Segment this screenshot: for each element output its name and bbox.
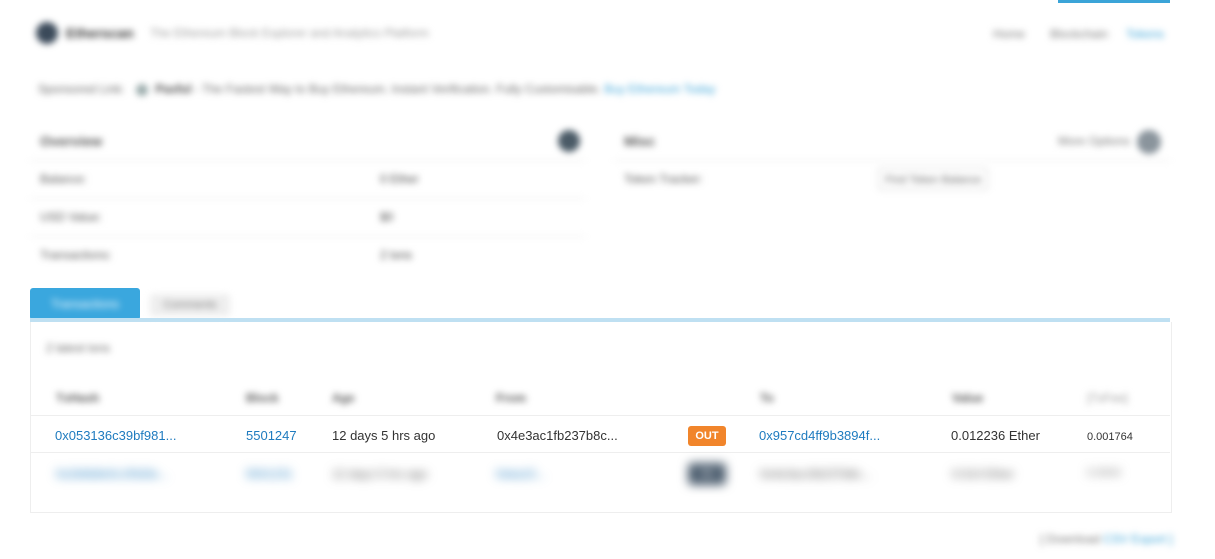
more-options-button[interactable]: More Options xyxy=(1058,130,1162,154)
download-prefix: [ Download xyxy=(1040,532,1104,546)
balance-value: 0 Ether xyxy=(380,172,419,186)
age-value: 12 days 5 hrs ago xyxy=(332,428,436,443)
divider xyxy=(614,160,1170,161)
header-from: From xyxy=(496,391,526,405)
header-to: To xyxy=(760,391,774,405)
csv-export-label: CSV Export ] xyxy=(1103,532,1173,546)
misc-title: Misc xyxy=(624,133,656,149)
header-txhash: TxHash xyxy=(56,391,100,405)
transactions-label: Transactions: xyxy=(40,248,112,262)
sponsor-text: - The Fastest Way to Buy Ethereum. Insta… xyxy=(194,82,601,96)
sponsored-banner: Sponsored Link: Paxful - The Fastest Way… xyxy=(38,82,715,96)
sponsor-icon xyxy=(136,83,149,96)
logo-icon[interactable] xyxy=(36,22,58,44)
header-value: Value xyxy=(952,391,984,405)
header-block: Block xyxy=(246,391,279,405)
age-value: 12 days 5 hrs ago xyxy=(332,467,428,481)
from-address: 0x4e3ac1fb237b8c... xyxy=(497,428,618,443)
to-address: 0x4e3ac1fb237b8c... xyxy=(760,467,872,481)
tab-comments[interactable]: Comments xyxy=(150,294,230,316)
divider xyxy=(30,160,585,161)
usd-value-label: USD Value: xyxy=(40,210,102,224)
latest-txns-count: 2 latest txns xyxy=(46,341,111,355)
divider xyxy=(30,415,1170,416)
sponsor-name: Paxful xyxy=(155,82,192,96)
tagline: The Ethereum Block Explorer and Analytic… xyxy=(150,26,429,40)
usd-value-value: $0 xyxy=(380,210,394,224)
token-balance-select[interactable]: Find Token Balance xyxy=(878,168,988,190)
balance-label: Balance: xyxy=(40,172,87,186)
brand-name[interactable]: Etherscan xyxy=(66,25,134,41)
divider xyxy=(30,236,585,237)
direction-badge: IN xyxy=(688,463,726,485)
block-link[interactable]: 5501231 xyxy=(246,467,293,481)
nav-home[interactable]: Home xyxy=(993,27,1025,41)
txhash-link[interactable]: 0x2b6b8e5c1f0d3e... xyxy=(56,467,168,481)
to-address-link[interactable]: 0x957cd4ff9b3894f... xyxy=(759,428,880,443)
csv-export-link[interactable]: [ Download CSV Export ] xyxy=(1040,532,1173,546)
tab-transactions-label: Transactions xyxy=(50,297,120,311)
sponsor-link[interactable]: Buy Ethereum Today xyxy=(604,82,715,96)
more-options-label: More Options xyxy=(1058,134,1131,149)
from-address-link[interactable]: 0xba10... xyxy=(496,467,545,481)
overview-title: Overview xyxy=(40,133,103,149)
direction-badge: OUT xyxy=(688,426,726,446)
header-txfee[interactable]: [TxFee] xyxy=(1087,391,1128,405)
value-amount: 0.012236 Ether xyxy=(951,428,1040,443)
divider xyxy=(30,452,1170,453)
block-link[interactable]: 5501247 xyxy=(246,428,297,443)
txfee-value: 0.001764 xyxy=(1087,431,1133,443)
transactions-value: 2 txns xyxy=(380,248,413,262)
divider xyxy=(30,198,585,199)
tab-transactions[interactable]: Transactions xyxy=(30,288,140,320)
header: Etherscan The Ethereum Block Explorer an… xyxy=(0,0,1215,64)
token-tracker-label: Token Tracker: xyxy=(624,172,703,186)
txfee-value: 0.0004 xyxy=(1087,467,1121,479)
value-amount: 0.014 Ether xyxy=(952,467,1015,481)
nav-tokens[interactable]: Tokens xyxy=(1126,27,1164,41)
sponsored-label: Sponsored Link: xyxy=(38,82,125,96)
nav-blockchain[interactable]: Blockchain xyxy=(1050,27,1108,41)
qr-code-icon[interactable] xyxy=(558,130,580,152)
txhash-link[interactable]: 0x053136c39bf981... xyxy=(55,428,176,443)
more-options-icon xyxy=(1137,130,1162,154)
header-age: Age xyxy=(332,391,355,405)
transactions-table xyxy=(30,322,1172,513)
